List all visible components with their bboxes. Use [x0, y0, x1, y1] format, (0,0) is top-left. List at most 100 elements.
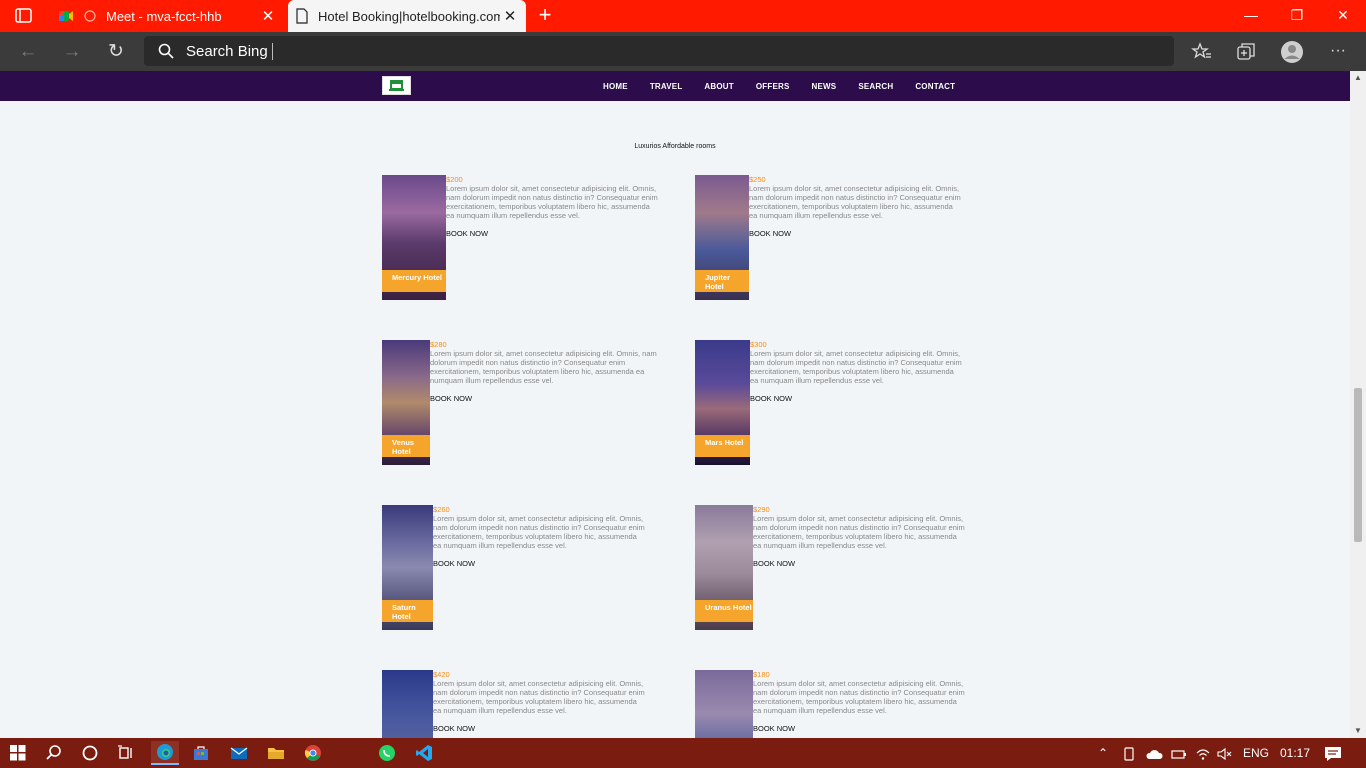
menu-search[interactable]: SEARCH: [858, 82, 893, 91]
more-options-icon[interactable]: ···: [1326, 40, 1350, 64]
hotel-name-label: Mars Hotel: [695, 435, 750, 457]
task-view-icon[interactable]: [113, 741, 139, 765]
chrome-icon[interactable]: [300, 741, 326, 765]
hotel-description: Lorem ipsum dolor sit, amet consectetur …: [750, 349, 962, 385]
mail-icon[interactable]: [226, 741, 252, 765]
hotel-info: $200 Lorem ipsum dolor sit, amet consect…: [446, 175, 658, 238]
hotel-image: [695, 670, 753, 738]
tab-close-icon[interactable]: ✕: [258, 7, 278, 25]
hotel-image: Venus Hotel: [382, 340, 430, 465]
edge-taskbar-icon[interactable]: [151, 741, 179, 765]
scroll-down-icon[interactable]: ▼: [1354, 726, 1362, 735]
menu-travel[interactable]: TRAVEL: [650, 82, 683, 91]
hotel-description: Lorem ipsum dolor sit, amet consectetur …: [446, 184, 658, 220]
hotel-name-label: Saturn Hotel: [382, 600, 433, 622]
hotel-description: Lorem ipsum dolor sit, amet consectetur …: [433, 514, 645, 550]
collections-icon[interactable]: [1234, 40, 1258, 64]
tab-close-icon[interactable]: ✕: [500, 7, 520, 25]
hotel-price: $200: [446, 175, 463, 184]
hotel-image: Uranus Hotel: [695, 505, 753, 630]
book-now-link[interactable]: BOOK NOW: [753, 559, 795, 568]
restore-icon[interactable]: ❐: [1274, 0, 1320, 32]
hotel-card: Mars Hotel $300 Lorem ipsum dolor sit, a…: [695, 340, 965, 465]
minimize-icon[interactable]: —: [1228, 0, 1274, 32]
volume-muted-icon[interactable]: [1217, 738, 1233, 768]
tab-actions-icon[interactable]: [12, 6, 36, 26]
hotel-image: Jupiter Hotel: [695, 175, 749, 300]
windows-start-icon[interactable]: [5, 741, 31, 765]
show-hidden-icons-icon[interactable]: ⌃: [1098, 738, 1108, 768]
book-now-link[interactable]: BOOK NOW: [753, 724, 795, 733]
book-now-link[interactable]: BOOK NOW: [433, 724, 475, 733]
tab-meet[interactable]: Meet - mva-fcct-hhb ✕: [52, 0, 284, 32]
refresh-icon[interactable]: ↻: [103, 39, 129, 65]
forward-icon[interactable]: →: [59, 39, 85, 65]
onedrive-icon[interactable]: [1145, 738, 1163, 768]
menu-home[interactable]: HOME: [603, 82, 628, 91]
menu-about[interactable]: ABOUT: [704, 82, 733, 91]
main-menu: HOME TRAVEL ABOUT OFFERS NEWS SEARCH CON…: [592, 71, 966, 101]
tab-bar: Meet - mva-fcct-hhb ✕ Hotel Booking|hote…: [0, 0, 1366, 32]
menu-news[interactable]: NEWS: [812, 82, 837, 91]
notifications-icon[interactable]: [1324, 738, 1342, 768]
hotel-description: Lorem ipsum dolor sit, amet consectetur …: [749, 184, 961, 220]
store-icon[interactable]: [188, 741, 214, 765]
hotel-logo[interactable]: [382, 76, 411, 95]
hotel-description: Lorem ipsum dolor sit, amet consectetur …: [430, 349, 657, 385]
close-window-icon[interactable]: ✕: [1320, 0, 1366, 32]
hotel-image: Mercury Hotel: [382, 175, 446, 300]
hotel-info: $290 Lorem ipsum dolor sit, amet consect…: [753, 505, 965, 568]
favorites-icon[interactable]: [1190, 40, 1214, 64]
clock[interactable]: 01:17: [1280, 738, 1310, 768]
hotel-name-label: Venus Hotel: [382, 435, 430, 457]
hotel-info: $300 Lorem ipsum dolor sit, amet consect…: [750, 340, 962, 403]
hotel-card: Jupiter Hotel $250 Lorem ipsum dolor sit…: [695, 175, 965, 300]
windows-taskbar: ⌃ ENG 01:17: [0, 738, 1366, 768]
rooms-section: Luxurios Affordable rooms Mercury Hotel …: [0, 101, 1350, 738]
browser-toolbar: ← → ↻ ···: [0, 32, 1366, 71]
wifi-icon[interactable]: [1195, 738, 1211, 768]
hotel-image: Saturn Hotel: [382, 505, 433, 630]
file-explorer-icon[interactable]: [263, 741, 289, 765]
device-icon[interactable]: [1122, 738, 1136, 768]
address-bar[interactable]: [144, 36, 1174, 66]
tab-hotel-booking[interactable]: Hotel Booking|hotelbooking.com ✕: [288, 0, 526, 32]
hotel-description: Lorem ipsum dolor sit, amet consectetur …: [753, 514, 965, 550]
battery-icon[interactable]: [1171, 738, 1187, 768]
page-scrollbar[interactable]: ▲ ▼: [1350, 71, 1366, 738]
language-indicator[interactable]: ENG: [1243, 738, 1269, 768]
whatsapp-icon[interactable]: [374, 741, 400, 765]
hotel-description: Lorem ipsum dolor sit, amet consectetur …: [433, 679, 645, 715]
hotel-info: $420 Lorem ipsum dolor sit, amet consect…: [433, 670, 645, 733]
hotel-description: Lorem ipsum dolor sit, amet consectetur …: [753, 679, 965, 715]
vscode-icon[interactable]: [411, 741, 437, 765]
hotel-card: Saturn Hotel $260 Lorem ipsum dolor sit,…: [382, 505, 662, 630]
scroll-up-icon[interactable]: ▲: [1354, 73, 1362, 82]
cortana-icon[interactable]: [77, 741, 103, 765]
hotel-card: $420 Lorem ipsum dolor sit, amet consect…: [382, 670, 662, 738]
hotel-info: $180 Lorem ipsum dolor sit, amet consect…: [753, 670, 965, 733]
tab-title: Meet - mva-fcct-hhb: [106, 8, 222, 24]
profile-avatar[interactable]: [1280, 40, 1304, 64]
address-input[interactable]: [186, 40, 1086, 62]
section-title: Luxurios Affordable rooms: [634, 143, 716, 150]
hotel-price: $280: [430, 340, 447, 349]
hotel-price: $300: [750, 340, 767, 349]
new-tab-icon[interactable]: +: [534, 4, 556, 26]
book-now-link[interactable]: BOOK NOW: [750, 394, 792, 403]
hotel-card: Mercury Hotel $200 Lorem ipsum dolor sit…: [382, 175, 662, 300]
book-now-link[interactable]: BOOK NOW: [430, 394, 472, 403]
menu-contact[interactable]: CONTACT: [915, 82, 955, 91]
book-now-link[interactable]: BOOK NOW: [749, 229, 791, 238]
hotel-name-label: Jupiter Hotel: [695, 270, 749, 292]
search-icon[interactable]: [41, 741, 67, 765]
site-navbar: HOME TRAVEL ABOUT OFFERS NEWS SEARCH CON…: [0, 71, 1350, 101]
book-now-link[interactable]: BOOK NOW: [433, 559, 475, 568]
hotel-info: $280 Lorem ipsum dolor sit, amet consect…: [430, 340, 658, 403]
back-icon[interactable]: ←: [15, 39, 41, 65]
hotel-name-label: Uranus Hotel: [695, 600, 753, 622]
book-now-link[interactable]: BOOK NOW: [446, 229, 488, 238]
hotel-info: $250 Lorem ipsum dolor sit, amet consect…: [749, 175, 961, 238]
scrollbar-thumb[interactable]: [1354, 388, 1362, 542]
menu-offers[interactable]: OFFERS: [756, 82, 790, 91]
